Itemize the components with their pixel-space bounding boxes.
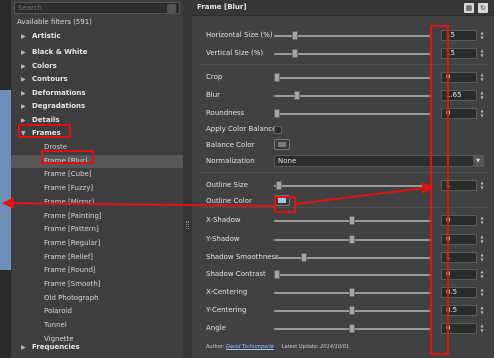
annotation-arrows bbox=[2, 182, 434, 210]
gmic-filter-window: Available filters (591) ▶Artistic▶Black … bbox=[0, 0, 494, 358]
annotation-arrow-left bbox=[2, 197, 275, 210]
annotation-arrow-right bbox=[295, 182, 434, 205]
